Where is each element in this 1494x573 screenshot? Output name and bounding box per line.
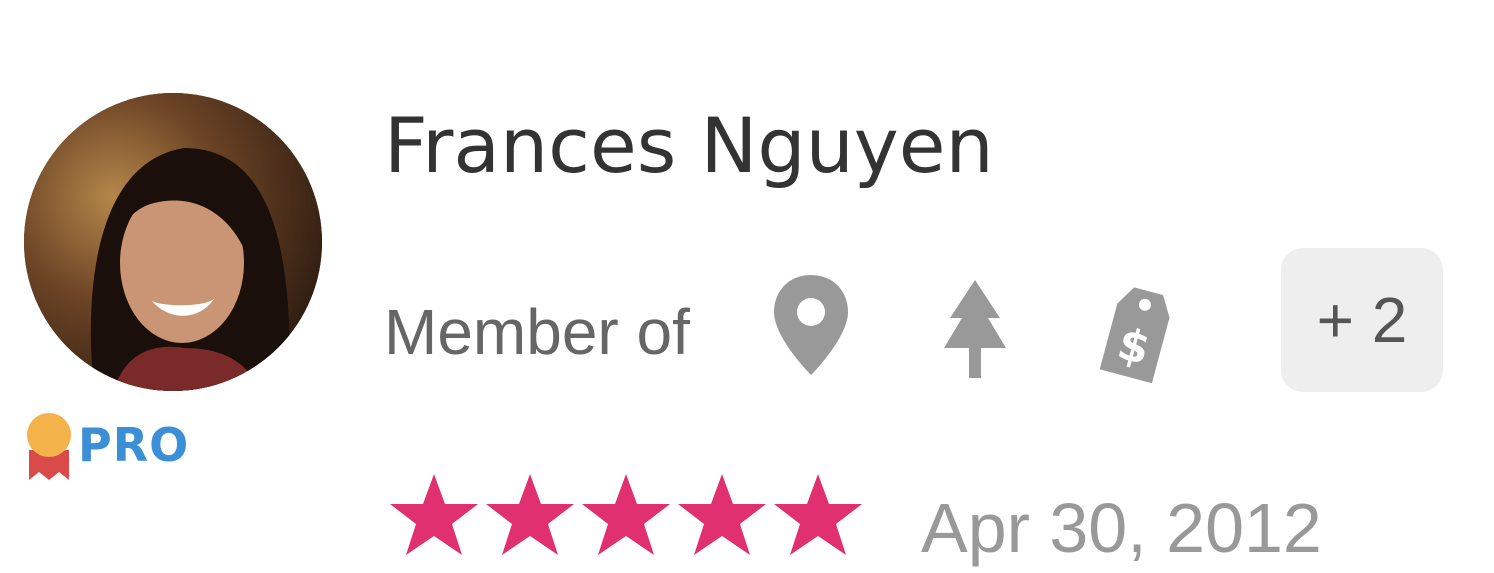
price-tag-icon[interactable]: $ (1094, 270, 1184, 385)
membership-row: Member of $ + 2 (384, 248, 1464, 400)
avatar-photo (24, 93, 322, 391)
tree-icon[interactable] (930, 270, 1020, 385)
star-icon (482, 470, 578, 558)
user-name[interactable]: Frances Nguyen (384, 108, 994, 184)
pro-badge: PRO (24, 410, 194, 480)
star-icon (674, 470, 770, 558)
pro-label: PRO (78, 418, 190, 472)
award-ribbon-icon (24, 410, 74, 480)
location-pin-icon[interactable] (766, 270, 856, 385)
star-icon (770, 470, 866, 558)
review-rating-row: Apr 30, 2012 (386, 470, 1486, 567)
star-rating (386, 470, 866, 558)
star-icon (578, 470, 674, 558)
star-icon (386, 470, 482, 558)
avatar[interactable] (24, 93, 322, 391)
more-groups-button[interactable]: + 2 (1281, 248, 1443, 392)
review-date: Apr 30, 2012 (921, 489, 1322, 567)
member-of-label: Member of (384, 296, 690, 368)
